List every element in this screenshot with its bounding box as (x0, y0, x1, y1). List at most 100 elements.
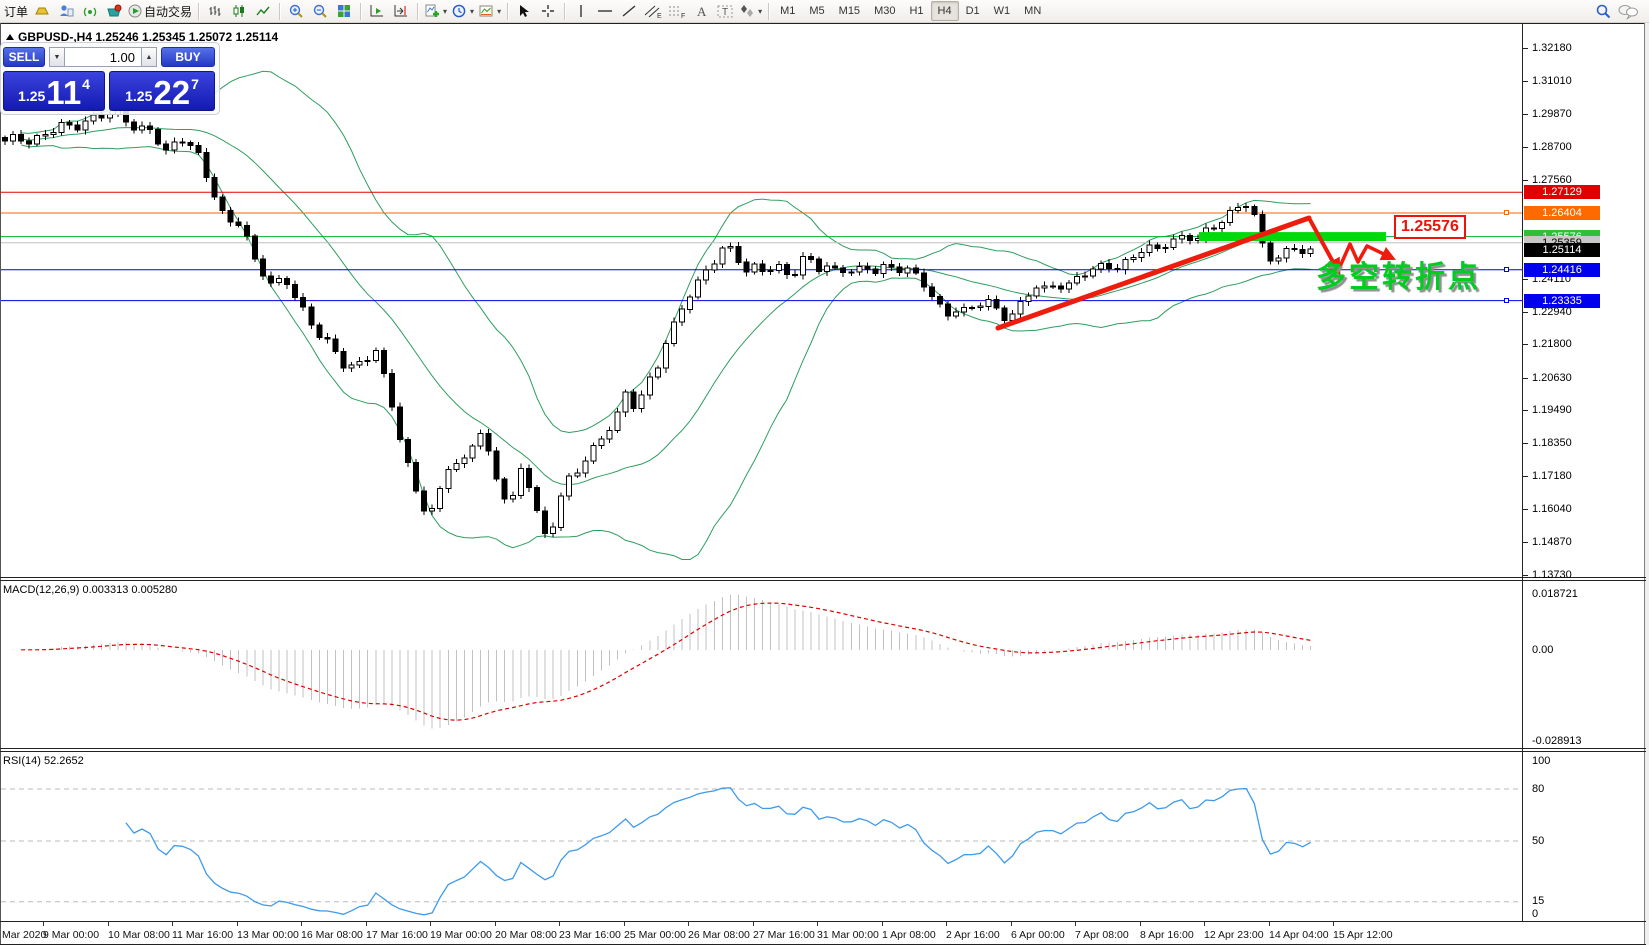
time-axis[interactable]: Mar 2020 9 Mar 00:00 10 Mar 08:00 11 Mar 16… (1, 922, 1644, 944)
timeframe-button-m30[interactable]: M30 (867, 1, 902, 21)
zoom-out-button[interactable] (308, 1, 332, 21)
time-axis-tick (1011, 922, 1012, 926)
gold-ingot-icon[interactable] (30, 1, 54, 21)
zoom-out-icon (313, 4, 327, 18)
vertical-line-tool-button[interactable] (569, 1, 593, 21)
auto-scroll-button[interactable] (365, 1, 389, 21)
candlestick-icon (233, 5, 245, 17)
autotrading-button[interactable]: 自动交易 (126, 1, 194, 21)
time-axis-label: Mar 2020 (2, 929, 47, 941)
time-axis-tick (753, 922, 754, 926)
vertical-line-icon (580, 5, 582, 17)
search-button[interactable] (1591, 1, 1615, 21)
price-axis-tick (1523, 509, 1528, 510)
price-level-badge: 1.23335 (1524, 294, 1600, 308)
timeframe-button-group: M1 M5 M15 M30 H1 H4 D1 W1 MN (773, 1, 1048, 21)
timeframe-button-m5[interactable]: M5 (802, 1, 831, 21)
timeframe-button-d1[interactable]: D1 (959, 1, 987, 21)
timeframe-button-m1[interactable]: M1 (773, 1, 802, 21)
price-axis-tick-label: 1.17180 (1532, 470, 1572, 482)
price-axis-tick (1523, 48, 1528, 49)
price-axis-tick-label: 1.16040 (1532, 503, 1572, 515)
timeframe-button-w1[interactable]: W1 (987, 1, 1018, 21)
chart-shift-button[interactable] (389, 1, 413, 21)
channel-tool-button[interactable]: E (641, 1, 665, 21)
time-axis-label: 9 Mar 00:00 (43, 929, 100, 941)
text-icon: A (697, 4, 707, 19)
buy-button[interactable]: BUY (161, 47, 215, 67)
timeframe-button-mn[interactable]: MN (1017, 1, 1048, 21)
trend-arrow[interactable] (995, 215, 1312, 331)
sell-price-display[interactable]: 1.25 11 4 (3, 71, 105, 111)
cursor-tool-button[interactable] (512, 1, 536, 21)
autotrading-icon (128, 4, 142, 18)
time-axis-tick (495, 922, 496, 926)
bar-chart-mode-button[interactable] (203, 1, 227, 21)
highlight-bar[interactable] (1199, 232, 1386, 242)
level-drag-handle[interactable] (1504, 267, 1509, 272)
volume-decrease-button[interactable]: ▼ (49, 47, 65, 67)
svg-text:A: A (697, 4, 707, 19)
text-label-tool-button[interactable]: T (713, 1, 737, 21)
time-axis-label: 27 Mar 16:00 (753, 929, 815, 941)
new-order-button[interactable]: 订单 (2, 1, 30, 21)
svg-text:F: F (681, 13, 685, 19)
sell-button[interactable]: SELL (3, 47, 45, 67)
periods-button[interactable]: ▾ (449, 1, 476, 21)
dropdown-caret-icon: ▾ (443, 6, 448, 16)
community-chat-button[interactable] (1615, 1, 1641, 21)
macd-panel-canvas[interactable] (1, 581, 1522, 748)
panel-separator[interactable] (0, 748, 1646, 749)
time-axis-tick (1075, 922, 1076, 926)
macd-axis-label: 0.00 (1532, 644, 1554, 656)
price-level-badge: 1.27129 (1524, 185, 1600, 199)
fibonacci-tool-button[interactable]: F (665, 1, 689, 21)
panel-separator[interactable] (0, 577, 1646, 578)
trendline-icon (622, 5, 636, 17)
time-axis-label: 6 Apr 00:00 (1011, 929, 1065, 941)
level-drag-handle[interactable] (1504, 298, 1509, 303)
price-axis-tick (1523, 378, 1528, 379)
add-indicator-button[interactable]: ▾ (422, 1, 449, 21)
buy-price-display[interactable]: 1.25 22 7 (109, 71, 215, 111)
horizontal-level-lines[interactable] (1, 191, 1522, 302)
svg-text:T: T (722, 7, 728, 18)
volume-input[interactable]: 1.00 (65, 47, 141, 67)
signals-button[interactable] (78, 1, 102, 21)
rsi-indicator-label: RSI(14) 52.2652 (3, 755, 84, 767)
horizontal-line-tool-button[interactable] (593, 1, 617, 21)
accounts-button[interactable] (54, 1, 78, 21)
macd-histogram (12, 594, 1312, 729)
macd-signal-line (21, 602, 1311, 721)
text-tool-button[interactable]: A (689, 1, 713, 21)
crosshair-tool-button[interactable] (536, 1, 560, 21)
timeframe-button-h1[interactable]: H1 (902, 1, 930, 21)
market-button[interactable] (102, 1, 126, 21)
candlestick-mode-button[interactable] (227, 1, 251, 21)
mt4-terminal-window: 订单 自动交易 ▾ ▾ ▾ E F A T ▾ M1 M5 M15 M30 H1… (0, 0, 1649, 945)
trendline-tool-button[interactable] (617, 1, 641, 21)
zoom-in-button[interactable] (284, 1, 308, 21)
toolbar-separator (507, 2, 509, 20)
timeframe-button-m15[interactable]: M15 (832, 1, 867, 21)
time-axis-label: 2 Apr 16:00 (946, 929, 1000, 941)
price-callout-box[interactable]: 1.25576 (1394, 215, 1466, 239)
rsi-panel-canvas[interactable] (1, 752, 1522, 921)
broadcast-icon (83, 7, 97, 17)
line-chart-mode-button[interactable] (251, 1, 275, 21)
dropdown-caret-icon: ▾ (758, 6, 763, 16)
volume-increase-button[interactable]: ▲ (141, 47, 157, 67)
symbol-icon (6, 34, 14, 40)
sell-price-pips: 11 (46, 74, 82, 111)
main-chart-canvas[interactable] (1, 24, 1522, 577)
templates-button[interactable]: ▾ (476, 1, 503, 21)
time-axis-label: 25 Mar 00:00 (624, 929, 686, 941)
tile-windows-button[interactable] (332, 1, 356, 21)
turning-point-annotation[interactable]: 多空转折点 (1316, 252, 1481, 296)
main-toolbar: 订单 自动交易 ▾ ▾ ▾ E F A T ▾ M1 M5 M15 M30 H1… (0, 0, 1649, 23)
bollinger-bands (21, 70, 1311, 560)
time-axis-label: 15 Apr 12:00 (1333, 929, 1393, 941)
arrows-tool-button[interactable]: ▾ (737, 1, 764, 21)
timeframe-button-h4[interactable]: H4 (930, 1, 959, 21)
level-drag-handle[interactable] (1504, 210, 1509, 215)
